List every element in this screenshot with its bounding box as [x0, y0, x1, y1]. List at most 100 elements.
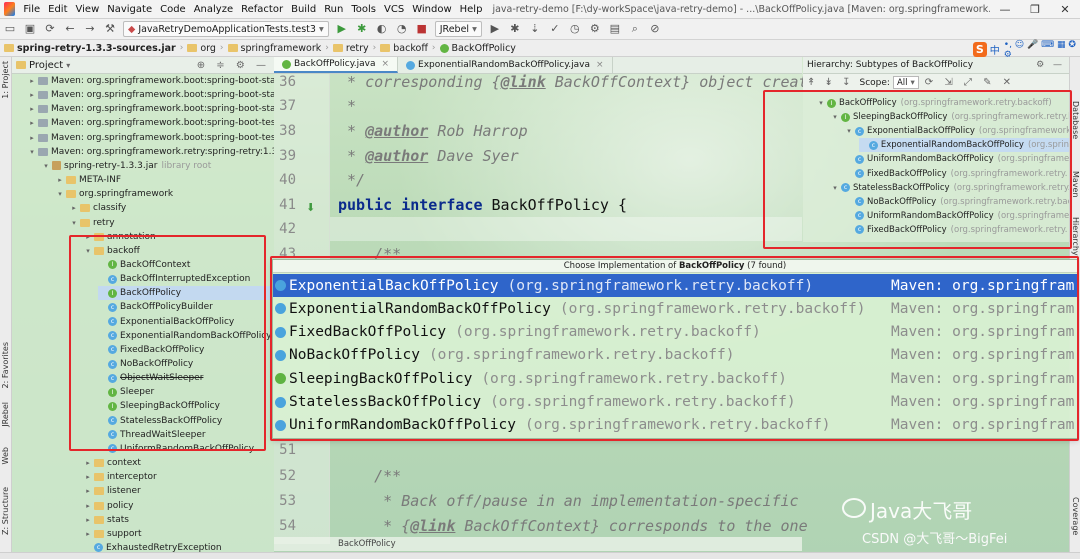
project-tree-row[interactable]: ▸ Maven: org.springframework.boot:spring-…	[28, 74, 274, 88]
project-tree-row[interactable]: ▾ retry	[70, 216, 114, 230]
code-line[interactable]: * Back off/pause in an implementation-sp…	[338, 489, 798, 513]
chevron-down-icon[interactable]: ▾	[42, 162, 50, 170]
structure-tool-tab[interactable]: Z: Structure	[1, 487, 10, 535]
favorites-tool-tab[interactable]: 2: Favorites	[1, 342, 10, 388]
chevron-down-icon[interactable]: ▾	[831, 113, 839, 121]
project-tree-row[interactable]: ▸ Maven: org.springframework.boot:spring-…	[28, 102, 274, 116]
chevron-right-icon[interactable]: ▸	[28, 119, 36, 127]
menu-file[interactable]: File	[19, 4, 44, 15]
maven-tool-tab[interactable]: Maven	[1071, 171, 1080, 198]
breadcrumb-item[interactable]: retry	[332, 43, 369, 54]
breadcrumb-item[interactable]: backoff	[380, 43, 428, 54]
breadcrumb-item[interactable]: org	[187, 43, 216, 54]
project-tree-row[interactable]: ▾ org.springframework	[56, 187, 173, 201]
hierarchy-tree-row[interactable]: ▾ c ExponentialBackOffPolicy (org.springfra…	[845, 124, 1069, 138]
project-tree-row[interactable]: I SleepingBackOffPolicy	[98, 399, 220, 413]
chevron-right-icon[interactable]: ▸	[84, 459, 92, 467]
hierarchy-mode-icons[interactable]: ↟ ↡ ↧	[807, 77, 854, 88]
menu-analyze[interactable]: Analyze	[190, 4, 237, 15]
hierarchy-tool-tab[interactable]: Hierarchy	[1071, 217, 1080, 256]
implementation-item[interactable]: NoBackOffPolicy (org.springframework.retr…	[273, 344, 1077, 367]
hierarchy-tree-row[interactable]: c ExponentialRandomBackOffPolicy (org.spri…	[859, 138, 1069, 153]
web-tool-tab[interactable]: Web	[1, 447, 10, 464]
forward-icon[interactable]: →	[82, 21, 98, 37]
project-tree-row[interactable]: ▸ annotation	[84, 230, 155, 244]
project-tree-row[interactable]: c ObjectWaitSleeper	[98, 371, 203, 385]
coverage-tool-tab[interactable]: Coverage	[1071, 497, 1080, 535]
hierarchy-tree-row[interactable]: ▾ I BackOffPolicy (org.springframework.retr…	[817, 96, 1051, 110]
coverage-icon[interactable]: ◐	[374, 21, 390, 37]
scope-select[interactable]: All ▾	[892, 76, 919, 89]
code-line[interactable]: * {@link BackOffContext} corresponds to …	[338, 514, 807, 538]
implementation-item[interactable]: UniformRandomBackOffPolicy (org.springfra…	[273, 414, 1077, 437]
chevron-down-icon[interactable]: ▾	[84, 247, 92, 255]
open-folder-icon[interactable]: ▭	[2, 21, 18, 37]
code-line[interactable]: * corresponding {@link BackOffContext} o…	[338, 70, 808, 94]
breadcrumb-item[interactable]: spring-retry-1.3.3-sources.jar	[4, 43, 176, 54]
project-tree-row[interactable]: c ExponentialRandomBackOffPolicy	[98, 329, 272, 343]
project-tree-row[interactable]: I Sleeper	[98, 385, 154, 399]
database-tool-tab[interactable]: Database	[1071, 101, 1080, 139]
close-icon[interactable]: ✕	[1050, 3, 1080, 16]
project-tree-row[interactable]: c ExponentialBackOffPolicy	[98, 315, 234, 329]
menu-refactor[interactable]: Refactor	[237, 4, 287, 15]
project-tree-row[interactable]: c UniformRandomBackOffPolicy	[98, 442, 254, 456]
menu-window[interactable]: Window	[408, 4, 455, 15]
jrebel-debug-icon[interactable]: ✱	[507, 21, 523, 37]
chevron-down-icon[interactable]: ▾	[817, 99, 825, 107]
implementation-item[interactable]: SleepingBackOffPolicy (org.springframewor…	[273, 367, 1077, 390]
project-tree-row[interactable]: c NoBackOffPolicy	[98, 357, 193, 371]
menu-edit[interactable]: Edit	[44, 4, 71, 15]
sync-icon[interactable]: ⟳	[42, 21, 58, 37]
code-line[interactable]: /**	[338, 464, 401, 488]
project-tree-row[interactable]: I BackOffPolicy	[98, 286, 274, 301]
panel-options-icon[interactable]: ⚙ —	[1036, 60, 1069, 70]
history-icon[interactable]: ◷	[567, 21, 583, 37]
menu-help[interactable]: Help	[456, 4, 487, 15]
chevron-right-icon[interactable]: ▸	[56, 176, 64, 184]
implementation-item[interactable]: ExponentialRandomBackOffPolicy (org.sprin…	[273, 297, 1077, 320]
project-tree-row[interactable]: ▸ interceptor	[84, 470, 156, 484]
project-panel-title[interactable]: Project	[29, 60, 63, 71]
implemented-by-gutter-icon[interactable]: ⬇	[306, 201, 315, 214]
project-tree-row[interactable]: ▸ Maven: org.springframework.boot:spring-…	[28, 88, 274, 102]
hierarchy-tree-row[interactable]: ▾ I SleepingBackOffPolicy (org.springframew…	[831, 110, 1069, 124]
breadcrumb-item[interactable]: springframework	[227, 43, 321, 54]
project-tool-tab[interactable]: 1: Project	[1, 61, 10, 99]
project-tree-row[interactable]: ▸ support	[84, 527, 141, 541]
build-hammer-icon[interactable]: ⚒	[102, 21, 118, 37]
code-line[interactable]	[330, 217, 802, 241]
project-tree-row[interactable]: ▾ spring-retry-1.3.3.jar library root	[42, 159, 211, 173]
chevron-right-icon[interactable]: ▸	[84, 502, 92, 510]
minimize-icon[interactable]: —	[990, 3, 1020, 16]
debug-icon[interactable]: ✱	[354, 21, 370, 37]
project-tree-row[interactable]: I BackOffContext	[98, 258, 190, 272]
chevron-right-icon[interactable]: ▸	[84, 473, 92, 481]
chevron-right-icon[interactable]: ▸	[28, 77, 36, 85]
chevron-right-icon[interactable]: ▸	[84, 487, 92, 495]
menu-code[interactable]: Code	[156, 4, 190, 15]
chevron-down-icon[interactable]: ▾	[56, 190, 64, 198]
project-tree-row[interactable]: ▾ backoff	[84, 244, 140, 258]
project-tree-row[interactable]: c BackOffPolicyBuilder	[98, 300, 213, 314]
project-tree-row[interactable]: c ExhaustedRetryException	[84, 541, 222, 552]
editor-breadcrumb-item[interactable]: BackOffPolicy	[338, 539, 396, 549]
menu-view[interactable]: View	[72, 4, 104, 15]
profile-icon[interactable]: ◔	[394, 21, 410, 37]
chevron-down-icon[interactable]: ▾	[66, 61, 70, 70]
project-tree-row[interactable]: ▸ META-INF	[56, 173, 121, 187]
code-line[interactable]: */	[338, 168, 365, 192]
chevron-down-icon[interactable]: ▾	[845, 127, 853, 135]
menu-vcs[interactable]: VCS	[380, 4, 408, 15]
maximize-icon[interactable]: ❐	[1020, 3, 1050, 16]
close-tab-icon[interactable]: ×	[381, 59, 389, 69]
project-tree-row[interactable]: ▸ policy	[84, 499, 133, 513]
code-line[interactable]: *	[338, 94, 356, 118]
project-tree-row[interactable]: c BackOffInterruptedException	[98, 272, 250, 286]
project-tree-row[interactable]: ▸ stats	[84, 513, 129, 527]
ime-mode-label[interactable]: 中	[990, 42, 1000, 57]
project-tree-row[interactable]: ▸ classify	[70, 201, 126, 215]
run-icon[interactable]: ▶	[334, 21, 350, 37]
chevron-right-icon[interactable]: ▸	[28, 91, 36, 99]
menu-tools[interactable]: Tools	[347, 4, 380, 15]
